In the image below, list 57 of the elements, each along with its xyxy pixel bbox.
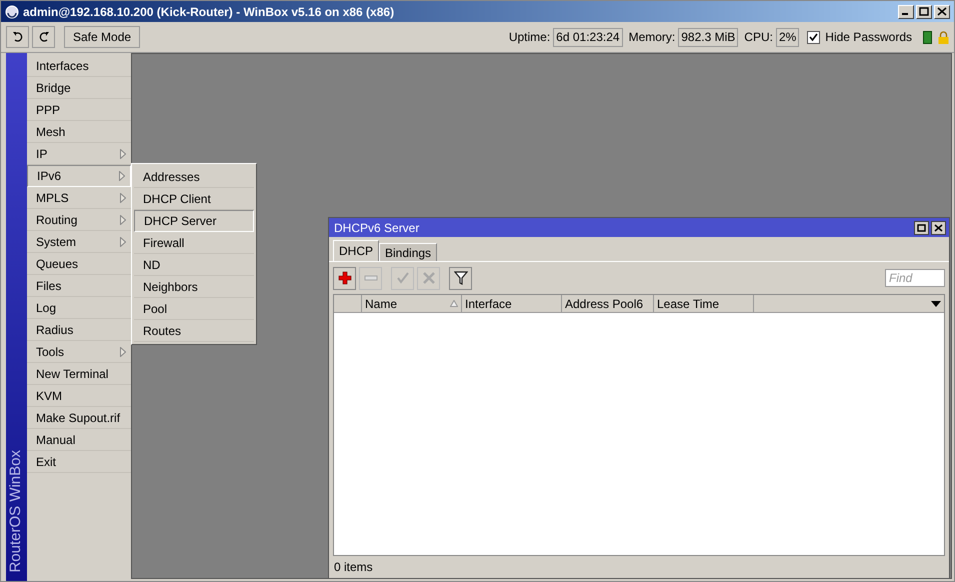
submenu-item[interactable]: DHCP Client [134, 188, 254, 210]
window-title: DHCPv6 Server [334, 220, 420, 236]
hide-passwords-label: Hide Passwords [825, 29, 912, 46]
status-value: 6d 01:23:24 [553, 28, 623, 46]
submenu-arrow-icon [120, 346, 126, 356]
dropdown-icon[interactable] [931, 300, 941, 306]
redo-button[interactable] [32, 26, 55, 48]
add-button[interactable] [333, 266, 356, 290]
safe-mode-button[interactable]: Safe Mode [64, 26, 140, 48]
submenu-arrow-icon [120, 192, 126, 202]
plus-icon [338, 271, 352, 285]
maximize-icon [919, 7, 929, 16]
submenu-item[interactable]: Addresses [134, 166, 254, 188]
column-header[interactable]: Interface [462, 295, 562, 312]
cross-icon [422, 271, 436, 285]
brand-text: RouterOS WinBox [6, 450, 26, 573]
submenu-item[interactable]: DHCP Server [134, 210, 254, 232]
find-field[interactable]: Find [885, 269, 945, 287]
column-header[interactable]: Lease Time [654, 295, 754, 312]
checkmark-icon [396, 271, 410, 285]
submenu-arrow-icon [120, 214, 126, 224]
tab[interactable]: DHCP [333, 240, 380, 261]
hide-passwords-checkbox[interactable] [807, 30, 820, 44]
minimize-button[interactable] [898, 4, 914, 18]
undo-button[interactable] [6, 26, 29, 48]
close-button[interactable] [931, 220, 946, 234]
status-value: 982.3 MiB [678, 28, 738, 46]
status-bar-icon [923, 30, 932, 44]
window-title: admin@192.168.10.200 (Kick-Router) - WinBox v5.16 on x86 (x86) [23, 4, 394, 20]
column-header[interactable]: Address Pool6 [562, 295, 654, 312]
submenu-item[interactable]: Routes [134, 320, 254, 342]
maximize-button[interactable] [914, 220, 929, 234]
menu-item[interactable]: IPv6 [27, 165, 131, 187]
status-label: Uptime: [508, 29, 550, 46]
redo-icon [38, 31, 50, 43]
item-count: 0 items [334, 559, 373, 576]
lock-icon [938, 30, 949, 44]
close-icon [937, 7, 947, 16]
status-label: Memory: [628, 29, 676, 46]
submenu-item[interactable]: ND [134, 254, 254, 276]
submenu-arrow-icon [120, 148, 126, 158]
submenu-item[interactable]: Neighbors [134, 276, 254, 298]
maximize-icon [917, 224, 926, 232]
status-label: CPU: [744, 29, 773, 46]
app-icon [5, 4, 19, 18]
submenu-arrow-icon [120, 236, 126, 246]
submenu-arrow-icon [119, 171, 125, 181]
close-icon [934, 224, 943, 232]
submenu-item[interactable]: Pool [134, 298, 254, 320]
tab[interactable]: Bindings [379, 243, 438, 261]
filter-icon [454, 271, 468, 285]
submenu-item[interactable]: Firewall [134, 232, 254, 254]
status-value: 2% [776, 28, 800, 46]
filter-button[interactable] [449, 266, 472, 290]
column-header[interactable]: Name [362, 295, 462, 312]
undo-icon [12, 31, 24, 43]
sort-icon [450, 300, 458, 307]
